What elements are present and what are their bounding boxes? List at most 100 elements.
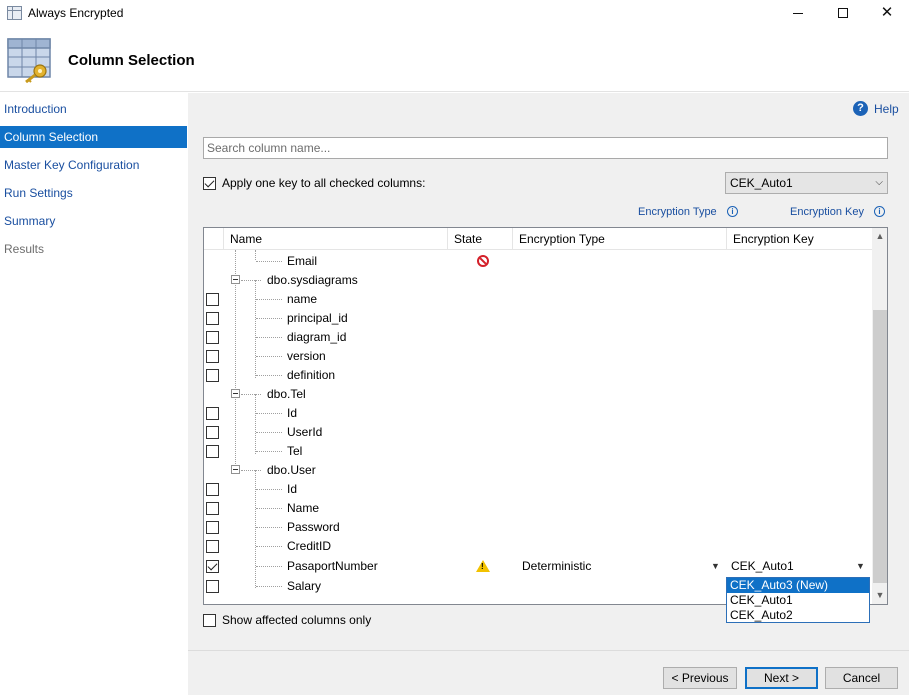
- tree-line: [256, 586, 282, 587]
- apply-one-key-checkbox[interactable]: [203, 177, 216, 190]
- scroll-up-icon[interactable]: ▲: [872, 228, 887, 245]
- row-checkbox[interactable]: [206, 350, 219, 363]
- help-label: Help: [874, 102, 899, 116]
- nav-column-selection[interactable]: Column Selection: [0, 126, 187, 148]
- previous-button[interactable]: < Previous: [663, 667, 737, 689]
- search-input[interactable]: [203, 137, 888, 159]
- column-name: Id: [287, 406, 298, 420]
- row-checkbox[interactable]: [206, 580, 219, 593]
- row-checkbox[interactable]: [206, 369, 219, 382]
- row-checkbox[interactable]: [206, 407, 219, 420]
- dropdown-option[interactable]: CEK_Auto3 (New): [727, 578, 869, 593]
- tree-line: [241, 394, 261, 395]
- dropdown-option[interactable]: CEK_Auto2: [727, 608, 869, 623]
- close-button[interactable]: ✕: [864, 0, 909, 28]
- table-row[interactable]: name: [204, 290, 872, 309]
- table-row[interactable]: dbo.User: [204, 461, 872, 480]
- column-name: UserId: [287, 425, 323, 439]
- column-header-encryption-type[interactable]: Encryption Type: [513, 228, 727, 250]
- tree-line: [256, 546, 282, 547]
- tree-line: [256, 413, 282, 414]
- grid-scrollbar[interactable]: ▲ ▼: [872, 228, 887, 604]
- table-row[interactable]: Password: [204, 518, 872, 537]
- row-checkbox[interactable]: [206, 483, 219, 496]
- footer-divider: [188, 650, 909, 651]
- row-checkbox[interactable]: [206, 331, 219, 344]
- row-checkbox[interactable]: [206, 502, 219, 515]
- column-header-name[interactable]: Name: [224, 228, 448, 250]
- collapse-icon[interactable]: [231, 389, 240, 398]
- nav-master-key-configuration[interactable]: Master Key Configuration: [0, 154, 187, 176]
- tree-line: [256, 356, 282, 357]
- collapse-icon[interactable]: [231, 465, 240, 474]
- column-name: Id: [287, 482, 298, 496]
- grid-header-checkbox-col: [204, 228, 224, 250]
- column-name: Email: [287, 254, 318, 268]
- column-header-state[interactable]: State: [448, 228, 513, 250]
- table-row[interactable]: dbo.Tel: [204, 385, 872, 404]
- table-name: dbo.Tel: [267, 387, 306, 401]
- tree-line: [241, 470, 261, 471]
- table-row[interactable]: principal_id: [204, 309, 872, 328]
- apply-key-select[interactable]: CEK_Auto1 ⌵: [725, 172, 888, 194]
- row-checkbox[interactable]: [206, 293, 219, 306]
- maximize-icon: [838, 8, 848, 19]
- nav-results: Results: [4, 242, 45, 256]
- row-checkbox[interactable]: [206, 521, 219, 534]
- grid-header: Name State Encryption Type Encryption Ke…: [204, 228, 872, 250]
- encryption-key-value[interactable]: CEK_Auto1: [731, 559, 794, 573]
- table-row[interactable]: Tel: [204, 442, 872, 461]
- table-row[interactable]: Name: [204, 499, 872, 518]
- encryption-key-info-icon[interactable]: i: [874, 206, 885, 217]
- dropdown-option[interactable]: CEK_Auto1: [727, 593, 869, 608]
- warning-icon: !: [476, 560, 490, 572]
- table-row[interactable]: CreditID: [204, 537, 872, 556]
- table-row[interactable]: PasaportNumber ! Deterministic ▼ CEK_Aut…: [204, 557, 872, 576]
- tree-line: [256, 375, 282, 376]
- row-checkbox[interactable]: [206, 426, 219, 439]
- table-row[interactable]: definition: [204, 366, 872, 385]
- column-name: diagram_id: [287, 330, 347, 344]
- table-row[interactable]: diagram_id: [204, 328, 872, 347]
- encryption-type-value[interactable]: Deterministic: [522, 559, 591, 573]
- row-checkbox[interactable]: [206, 560, 219, 573]
- collapse-icon[interactable]: [231, 275, 240, 284]
- title-bar: Always Encrypted ✕: [0, 0, 909, 28]
- row-checkbox[interactable]: [206, 312, 219, 325]
- chevron-down-icon[interactable]: ▼: [856, 561, 865, 571]
- encryption-type-info-icon[interactable]: i: [727, 206, 738, 217]
- wizard-header: Column Selection: [0, 28, 909, 92]
- nav-run-settings[interactable]: Run Settings: [0, 182, 187, 204]
- nav-introduction[interactable]: Introduction: [0, 98, 187, 120]
- encryption-key-label: Encryption Key: [790, 206, 864, 218]
- table-row[interactable]: dbo.sysdiagrams: [204, 271, 872, 290]
- table-row[interactable]: UserId: [204, 423, 872, 442]
- table-row[interactable]: Email: [204, 252, 872, 271]
- table-row[interactable]: version: [204, 347, 872, 366]
- maximize-button[interactable]: [820, 0, 866, 28]
- row-checkbox[interactable]: [206, 540, 219, 553]
- tree-line: [256, 261, 282, 262]
- tree-line: [256, 432, 282, 433]
- tree-line: [256, 566, 282, 567]
- tree-line: [256, 489, 282, 490]
- column-name: version: [287, 349, 326, 363]
- column-name: PasaportNumber: [287, 559, 378, 573]
- show-affected-checkbox[interactable]: [203, 614, 216, 627]
- table-key-icon: [7, 38, 51, 83]
- column-name: Salary: [287, 579, 322, 593]
- scroll-down-icon[interactable]: ▼: [872, 587, 887, 604]
- tree-line: [256, 451, 282, 452]
- next-button[interactable]: Next >: [745, 667, 818, 689]
- nav-summary[interactable]: Summary: [0, 210, 187, 232]
- row-checkbox[interactable]: [206, 445, 219, 458]
- table-row[interactable]: Id: [204, 480, 872, 499]
- column-header-encryption-key[interactable]: Encryption Key: [727, 228, 872, 250]
- scroll-thumb[interactable]: [873, 310, 887, 583]
- chevron-down-icon[interactable]: ▼: [711, 561, 720, 571]
- minimize-button[interactable]: [775, 0, 821, 28]
- column-name: CreditID: [287, 539, 332, 553]
- cancel-button[interactable]: Cancel: [825, 667, 898, 689]
- tree-line: [256, 337, 282, 338]
- table-row[interactable]: Id: [204, 404, 872, 423]
